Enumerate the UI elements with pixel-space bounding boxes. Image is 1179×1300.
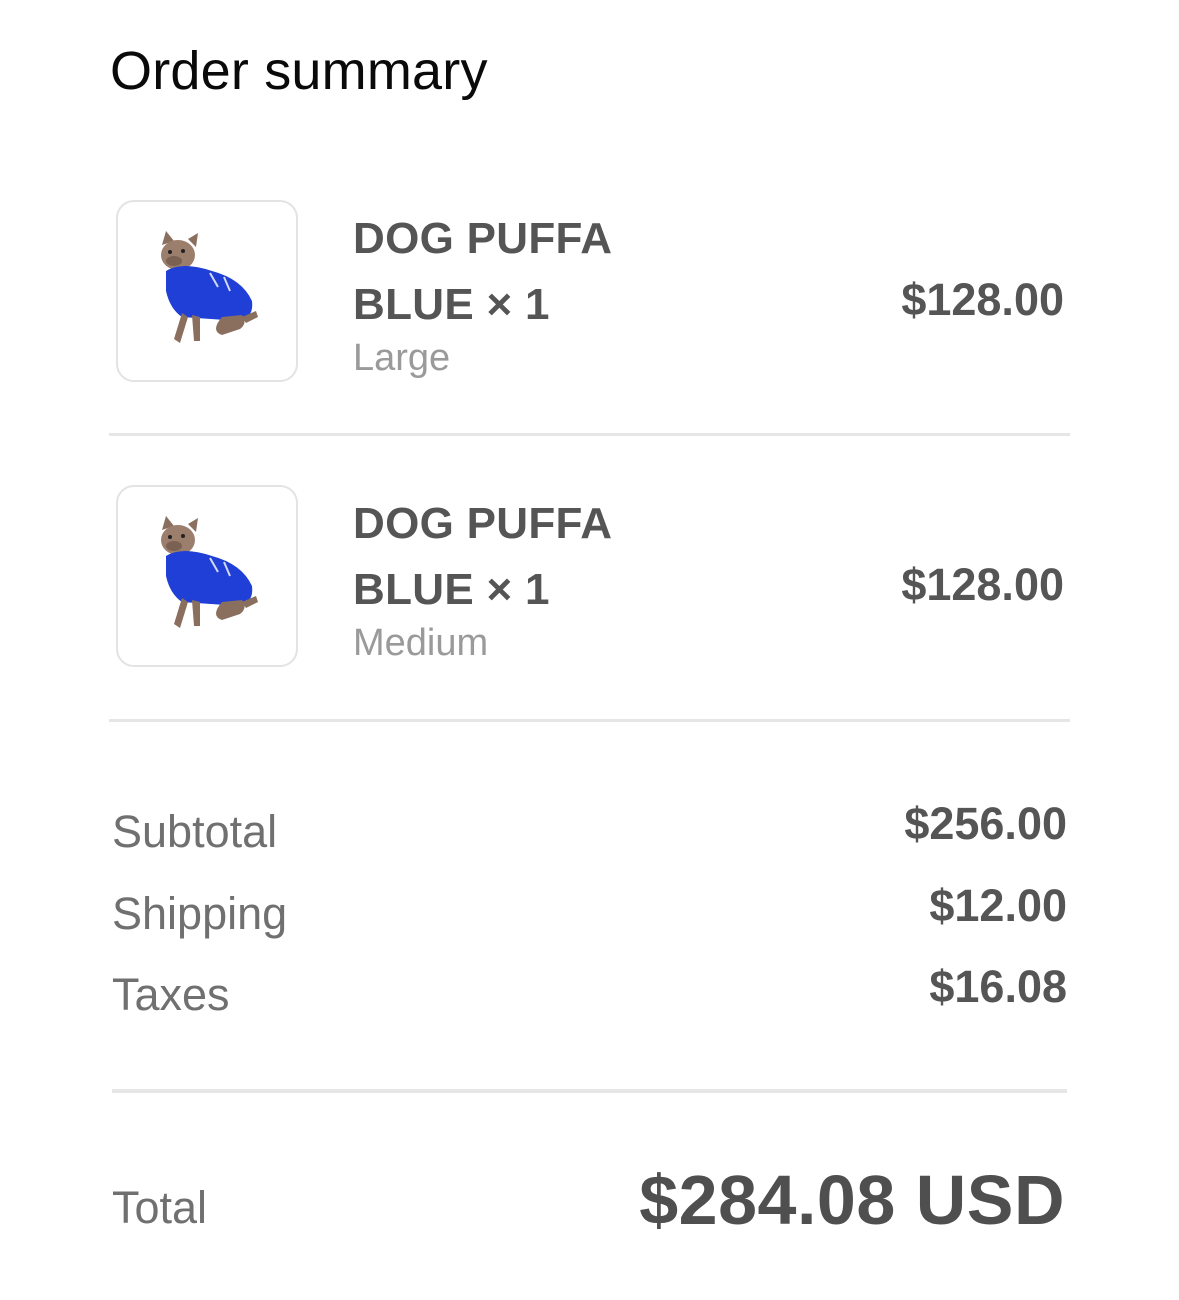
dog-puffa-product-image <box>161 516 258 628</box>
product-variant: Medium <box>353 622 489 664</box>
taxes-label: Taxes <box>112 969 230 1020</box>
total-value: $284.08 USD <box>639 1161 1065 1239</box>
shipping-row: Shipping $12.00 <box>112 880 1067 944</box>
subtotal-value: $256.00 <box>904 798 1067 849</box>
shipping-label: Shipping <box>112 888 288 939</box>
line-item: DOG PUFFA BLUE × 1 Large $128.00 <box>110 200 1070 400</box>
divider <box>112 1089 1067 1093</box>
taxes-value: $16.08 <box>929 961 1067 1012</box>
product-thumbnail <box>116 200 298 382</box>
product-variant: Large <box>353 337 451 379</box>
total-label: Total <box>112 1182 208 1233</box>
subtotal-row: Subtotal $256.00 <box>112 798 1067 862</box>
subtotal-label: Subtotal <box>112 806 278 857</box>
product-name: DOG PUFFA BLUE × 1 <box>353 214 611 329</box>
taxes-row: Taxes $16.08 <box>112 961 1067 1025</box>
product-name: DOG PUFFA BLUE × 1 <box>353 499 611 614</box>
dog-puffa-product-image <box>161 231 258 343</box>
product-thumbnail <box>116 485 298 667</box>
page-title: Order summary <box>110 41 488 101</box>
divider <box>109 719 1070 722</box>
line-item: DOG PUFFA BLUE × 1 Medium $128.00 <box>110 485 1070 685</box>
total-row: Total $284.08 USD <box>112 1160 1065 1240</box>
product-price: $128.00 <box>901 274 1064 325</box>
shipping-value: $12.00 <box>929 880 1067 931</box>
product-price: $128.00 <box>901 559 1064 610</box>
divider <box>109 433 1070 436</box>
